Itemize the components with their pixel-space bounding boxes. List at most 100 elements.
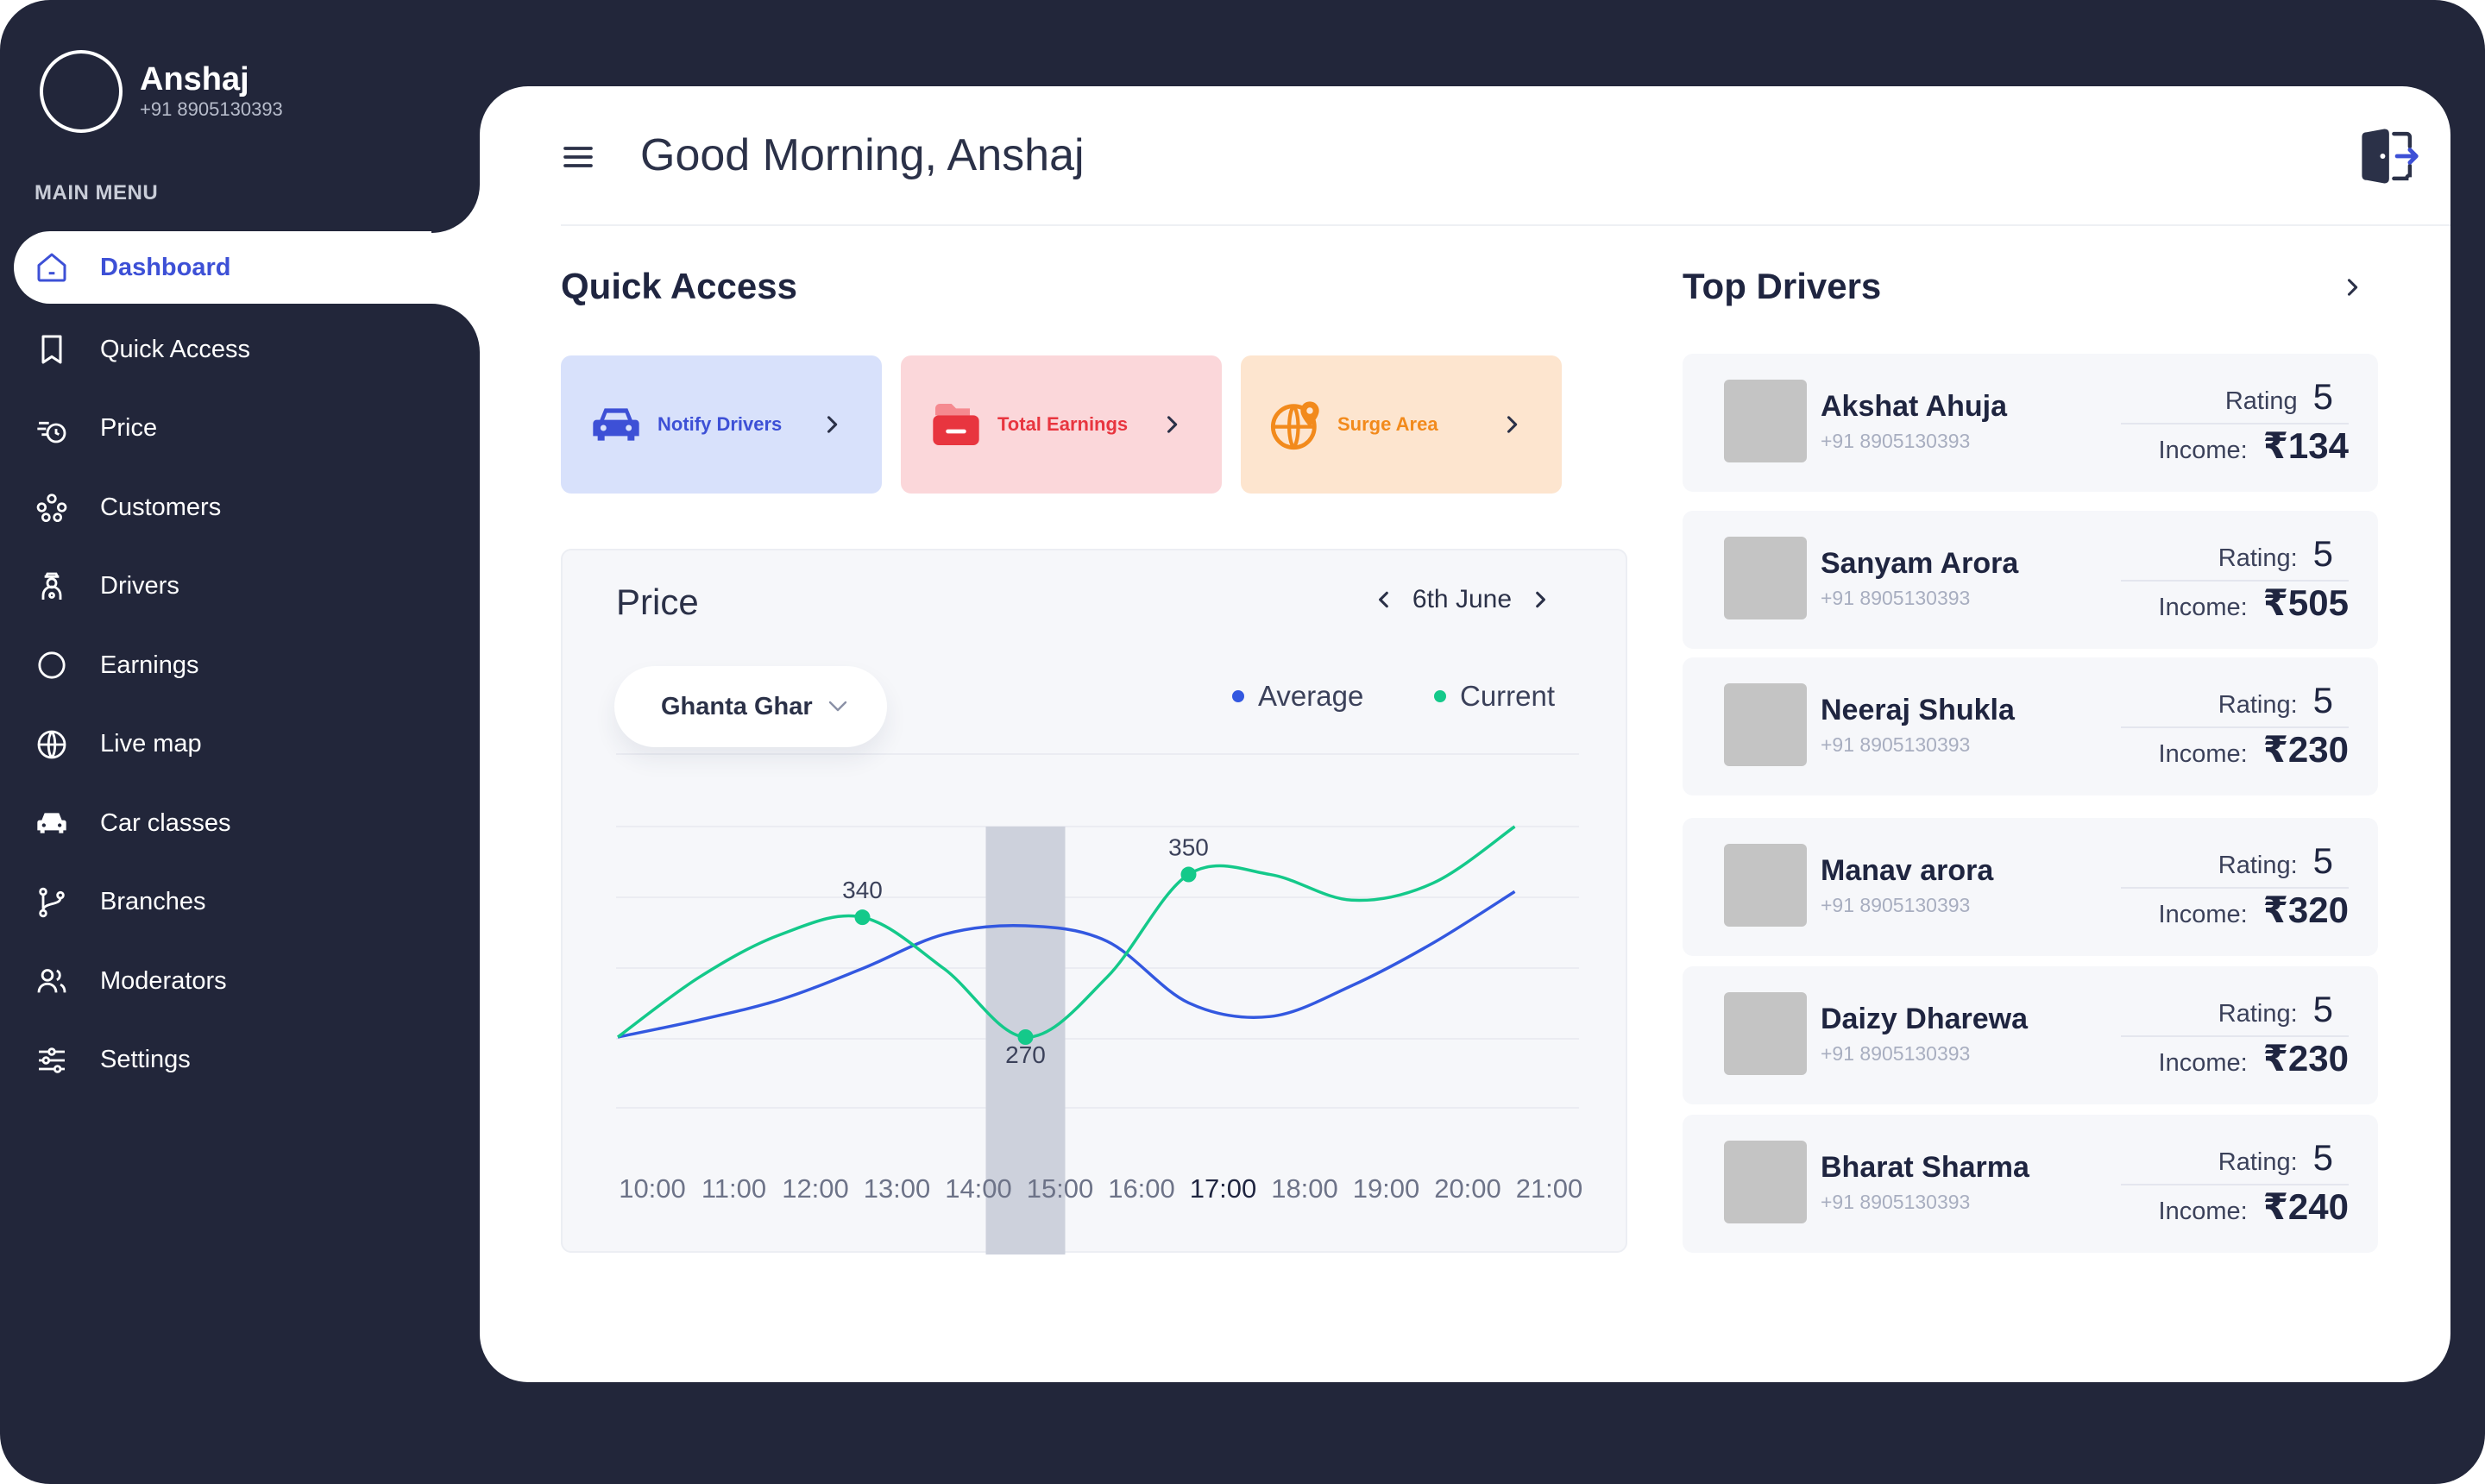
income-value: ₹134 [2262,425,2349,466]
home-icon [35,250,69,285]
menu-title: MAIN MENU [35,181,159,204]
chevron-left-icon[interactable] [1375,588,1393,612]
driver-phone: +91 8905130393 [1821,733,1971,756]
rating-value: 5 [2312,533,2333,574]
bookmark-icon [35,332,69,367]
x-tick-label: 13:00 [864,1173,931,1204]
rating-label: Rating: [2218,544,2298,572]
rating-value: 5 [2312,680,2333,720]
avatar [40,50,123,133]
date-label: 6th June [1412,585,1512,613]
driver-income: Income: ₹320 [2159,889,2349,931]
driver-rating: Rating: 5 [2218,533,2333,575]
driver-income: Income: ₹230 [2159,728,2349,770]
main-panel: Good Morning, Anshaj Quick Access Notify… [480,86,2450,1382]
driver-rating: Rating: 5 [2218,680,2333,721]
sidebar-item-customers[interactable]: Customers [0,468,480,548]
location-dropdown[interactable]: Ghanta Ghar [614,666,887,747]
driver-card[interactable]: Daizy Dharewa +91 8905130393 Rating: 5 In… [1683,966,2378,1104]
driver-phone: +91 8905130393 [1821,1191,1971,1213]
sliders-icon [35,1043,69,1078]
rating-value: 5 [2312,1137,2333,1178]
rating-label: Rating [2224,387,2298,415]
driver-name: Bharat Sharma [1821,1151,2029,1184]
app-frame: Anshaj +91 8905130393 MAIN MENU Dashboar… [0,0,2485,1484]
quick-access-surge-area[interactable]: Surge Area [1241,355,1562,494]
income-label: Income: [2158,594,2248,621]
sidebar-item-settings[interactable]: Settings [0,1021,480,1100]
x-tick-label: 15:00 [1027,1173,1094,1204]
driver-name: Akshat Ahuja [1821,390,2008,423]
legend-dot-average [1232,690,1244,702]
sidebar-item-live-map[interactable]: Live map [0,705,480,784]
price-icon [35,412,69,446]
sidebar-item-drivers[interactable]: Drivers [0,547,480,626]
driver-photo [1724,537,1807,619]
sidebar-item-earnings[interactable]: Earnings [0,626,480,706]
user-profile[interactable]: Anshaj +91 8905130393 [40,50,283,133]
legend-current: Current [1434,680,1555,713]
sidebar-item-label: Price [100,414,158,443]
driver-card[interactable]: Akshat Ahuja +91 8905130393 Rating 5 Inco… [1683,354,2378,492]
x-tick-label: 18:00 [1271,1173,1338,1204]
income-value: ₹230 [2262,729,2349,770]
quick-access-label: Total Earnings [997,413,1129,435]
data-label: 350 [1168,834,1209,861]
globe-pin-icon [1270,401,1319,450]
x-tick-label: 20:00 [1434,1173,1501,1204]
income-label: Income: [2158,437,2248,464]
logout-icon[interactable] [2356,124,2419,188]
car-icon [593,408,639,441]
driver-phone: +91 8905130393 [1821,587,1971,609]
driver-card[interactable]: Manav arora +91 8905130393 Rating: 5 Inco… [1683,818,2378,956]
data-point [1180,866,1197,883]
chevron-right-icon[interactable] [1531,588,1550,612]
driver-card[interactable]: Bharat Sharma +91 8905130393 Rating: 5 In… [1683,1115,2378,1253]
income-label: Income: [2158,1049,2248,1077]
legend-average: Average [1232,680,1363,713]
sidebar-item-label: Drivers [100,572,179,601]
quick-access-total-earnings[interactable]: Total Earnings [901,355,1222,494]
rating-label: Rating: [2218,691,2298,719]
income-value: ₹240 [2262,1186,2349,1227]
driver-name: Sanyam Arora [1821,547,2019,580]
driver-card[interactable]: Neeraj Shukla +91 8905130393 Rating: 5 In… [1683,657,2378,795]
chevron-right-icon [827,416,838,433]
x-tick-label: 21:00 [1516,1173,1583,1204]
sidebar-item-branches[interactable]: Branches [0,863,480,942]
sidebar-item-price[interactable]: Price [0,389,480,468]
data-point [854,909,871,926]
sidebar-item-quick-access[interactable]: Quick Access [0,311,480,390]
driver-income: Income: ₹240 [2159,1185,2349,1228]
rating-label: Rating: [2218,852,2298,879]
sidebar-item-car-classes[interactable]: Car classes [0,784,480,864]
location-value: Ghanta Ghar [661,692,813,720]
chevron-down-icon [828,701,846,712]
sidebar-item-label: Settings [100,1046,191,1074]
driver-rating: Rating: 5 [2218,989,2333,1030]
driver-phone: +91 8905130393 [1821,1042,1971,1065]
sidebar-item-moderators[interactable]: Moderators [0,942,480,1022]
sidebar-item-dashboard[interactable]: Dashboard [14,231,480,304]
driver-income: Income: ₹134 [2159,424,2349,467]
driver-photo [1724,380,1807,462]
globe-icon [35,727,69,762]
hamburger-icon[interactable] [561,140,595,174]
income-value: ₹230 [2262,1038,2349,1078]
rating-value: 5 [2312,840,2333,881]
legend-dot-current [1434,690,1446,702]
chevron-right-icon[interactable] [2340,273,2364,302]
income-label: Income: [2158,901,2248,928]
quick-access-label: Surge Area [1337,413,1438,435]
chevron-right-icon [1167,416,1178,433]
rating-value: 5 [2312,376,2333,417]
sidebar-item-label: Dashboard [100,253,231,281]
x-tick-label: 11:00 [701,1173,766,1204]
driver-card[interactable]: Sanyam Arora +91 8905130393 Rating: 5 Inc… [1683,511,2378,649]
price-title: Price [616,582,699,622]
quick-access-label: Notify Drivers [657,413,783,435]
driver-rating: Rating: 5 [2218,1137,2333,1179]
quick-access-notify-drivers[interactable]: Notify Drivers [561,355,882,494]
driver-income: Income: ₹505 [2159,582,2349,624]
driver-photo [1724,1141,1807,1223]
